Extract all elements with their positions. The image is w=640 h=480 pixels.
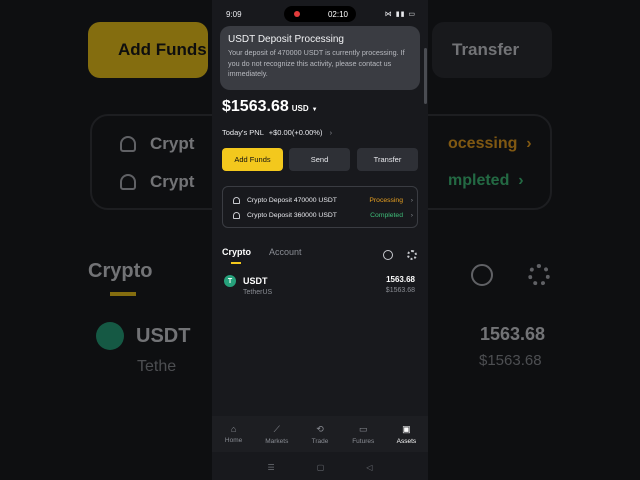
system-nav-bar: ☰ ▢ ◁ [212, 455, 428, 480]
menu-icon[interactable]: ☰ [268, 463, 275, 472]
search-icon[interactable] [383, 250, 393, 260]
asset-usd-value: $1563.68 [385, 287, 415, 294]
backdrop-tab-crypto: Crypto [88, 260, 153, 282]
backdrop-deposit-row: Crypt [120, 134, 194, 154]
scrollbar[interactable] [424, 48, 427, 104]
chevron-right-icon: › [329, 128, 333, 137]
nav-assets[interactable]: ▣ Assets [385, 416, 428, 452]
caret-down-icon: ▼ [311, 107, 318, 113]
nav-label: Futures [352, 438, 375, 445]
gear-icon[interactable] [407, 250, 417, 260]
pnl-label: Today's PNL [222, 128, 264, 137]
pnl-value: +$0.00(+0.00%) [268, 128, 323, 137]
backdrop-asset-usd: $1563.68 [479, 352, 542, 369]
tether-icon [96, 322, 124, 350]
status-indicators: ⋈ ▮▮ ▭ [384, 11, 416, 18]
wallet-icon: ▣ [402, 424, 411, 434]
bell-icon [233, 196, 240, 204]
back-icon[interactable]: ◁ [366, 463, 372, 472]
backdrop-search-icon [471, 264, 493, 286]
send-button[interactable]: Send [289, 148, 350, 171]
bell-icon [120, 174, 136, 190]
backdrop-status-completed: mpleted › [448, 172, 524, 189]
nav-label: Assets [396, 438, 417, 445]
deposit-label: Crypto Deposit 470000 USDT [247, 196, 337, 204]
home-button-icon[interactable]: ▢ [317, 463, 325, 472]
backdrop-tab-underline [110, 292, 136, 296]
bottom-nav: ⌂ Home ⟋ Markets ⟲ Trade ▭ Futures ▣ Ass… [212, 416, 428, 452]
transfer-button[interactable]: Transfer [357, 148, 418, 171]
recording-pill[interactable]: 02:10 [284, 6, 356, 22]
clock: 9:09 [226, 10, 242, 19]
chevron-right-icon: › [410, 196, 413, 204]
tab-account[interactable]: Account [269, 247, 302, 257]
nav-markets[interactable]: ⟋ Markets [255, 416, 298, 452]
backdrop-transfer: Transfer [432, 22, 552, 78]
nav-home[interactable]: ⌂ Home [212, 416, 255, 452]
total-balance[interactable]: $1563.68 USD ▼ [222, 98, 318, 116]
trade-icon: ⟲ [316, 424, 324, 434]
nav-futures[interactable]: ▭ Futures [342, 416, 385, 452]
backdrop-gear-icon [528, 264, 550, 286]
deposit-list: Crypto Deposit 470000 USDT Processing › … [222, 186, 418, 228]
status-bar: 9:09 02:10 ⋈ ▮▮ ▭ [212, 0, 428, 26]
markets-icon: ⟋ [273, 424, 280, 434]
backdrop-asset-name: Tethe [137, 358, 177, 375]
phone-screen: 9:09 02:10 ⋈ ▮▮ ▭ USDT Deposit Processin… [212, 0, 428, 480]
backdrop-asset-amount: 1563.68 [480, 324, 546, 344]
backdrop-status-processing: ocessing › [448, 135, 532, 152]
nav-label: Trade [311, 438, 329, 445]
pnl-row[interactable]: Today's PNL +$0.00(+0.00%) › [222, 128, 332, 137]
tether-icon: T [224, 275, 236, 287]
deposit-row-processing[interactable]: Crypto Deposit 470000 USDT Processing › [233, 194, 413, 206]
asset-amount: 1563.68 [386, 275, 415, 284]
asset-symbol: USDT [243, 276, 268, 286]
nav-label: Markets [265, 438, 289, 445]
deposit-label: Crypto Deposit 360000 USDT [247, 211, 337, 219]
deposit-status: Processing [369, 196, 403, 204]
record-dot-icon [294, 11, 300, 17]
tab-crypto[interactable]: Crypto [222, 247, 251, 257]
home-icon: ⌂ [230, 424, 237, 434]
deposit-row-completed[interactable]: Crypto Deposit 360000 USDT Completed › [233, 209, 413, 221]
notification-body: Your deposit of 470000 USDT is currently… [228, 48, 405, 78]
bell-icon [120, 136, 136, 152]
futures-icon: ▭ [358, 424, 368, 434]
bell-icon [233, 211, 240, 219]
add-funds-button[interactable]: Add Funds [222, 148, 283, 171]
tab-underline [231, 262, 241, 264]
asset-name: TetherUS [243, 289, 273, 296]
notification-title: USDT Deposit Processing [228, 34, 344, 45]
backdrop-asset: USDT [96, 322, 190, 350]
balance-amount: $1563.68 [222, 98, 289, 115]
chevron-right-icon: › [410, 211, 413, 219]
recording-timer: 02:10 [327, 9, 348, 19]
nav-trade[interactable]: ⟲ Trade [298, 416, 341, 452]
backdrop-add-funds: Add Funds [88, 22, 208, 78]
backdrop-deposit-row: Crypt [120, 172, 194, 192]
deposit-notification[interactable]: USDT Deposit Processing Your deposit of … [220, 26, 420, 90]
screen: Add Funds Transfer Crypt Crypt ocessing … [0, 0, 640, 480]
deposit-status: Completed [370, 211, 403, 219]
balance-currency: USD [291, 104, 309, 113]
nav-label: Home [224, 437, 243, 444]
